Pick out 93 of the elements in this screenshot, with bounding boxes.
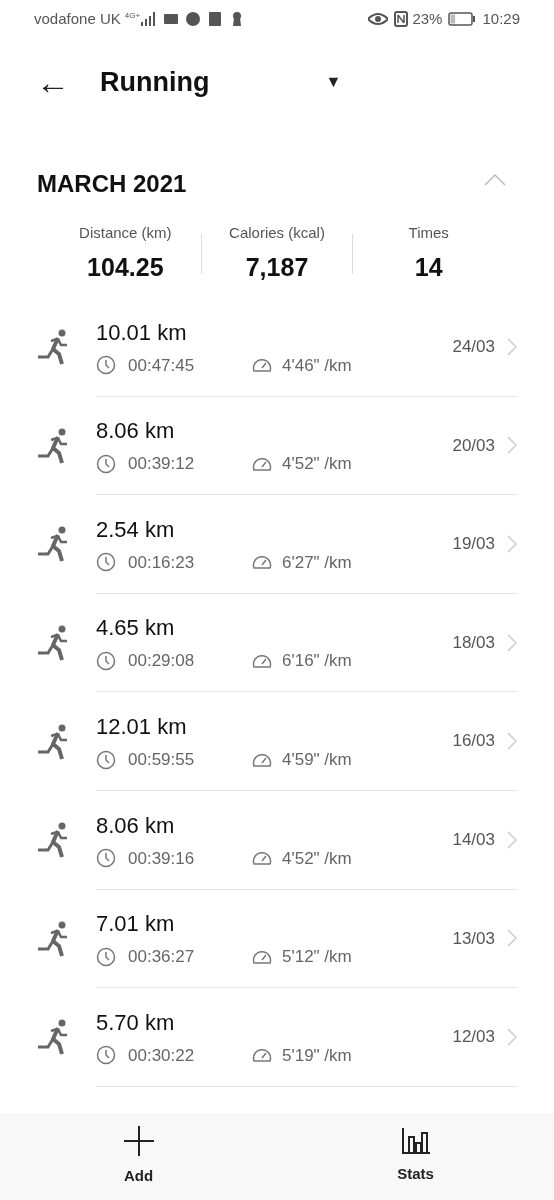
month-title: MARCH 2021 (37, 169, 187, 199)
clock-icon (96, 552, 116, 573)
speedometer-icon (252, 356, 272, 375)
distance-text: 2.54 km (96, 515, 176, 544)
duration-text: 00:29:08 (128, 650, 196, 673)
date-text: 16/03 (452, 730, 495, 753)
speedometer-icon (252, 553, 272, 572)
date-text: 19/03 (452, 533, 495, 556)
page-title: Running (100, 65, 210, 99)
chevron-right-icon (507, 535, 517, 553)
pace-text: 6'16" /km (282, 650, 352, 673)
stat-value: 7,187 (244, 251, 310, 283)
duration-text: 00:47:45 (128, 354, 196, 377)
clock-icon (96, 946, 116, 967)
workout-row[interactable]: 8.06 km 00:39:12 4'52" /km 20/03 (0, 396, 554, 496)
clock-icon (96, 355, 116, 376)
duration-text: 00:16:23 (128, 551, 196, 574)
distance-text: 10.01 km (96, 318, 188, 347)
collapse-chevron-icon[interactable] (484, 174, 506, 186)
duration-text: 00:39:16 (128, 847, 196, 870)
runner-icon (38, 329, 70, 366)
workout-row[interactable]: 7.01 km 00:36:27 5'12" /km 13/03 (0, 889, 554, 989)
speedometer-icon (252, 652, 272, 671)
runner-icon (38, 625, 70, 662)
stat-label: Times (407, 223, 450, 243)
date-text: 13/03 (452, 927, 495, 950)
distance-text: 7.01 km (96, 910, 176, 939)
chevron-right-icon (507, 830, 517, 849)
clock-icon (96, 749, 116, 770)
pace-text: 6'27" /km (282, 551, 352, 574)
duration-text: 00:59:55 (128, 748, 196, 771)
chevron-right-icon (507, 436, 517, 455)
stat-value: 14 (413, 251, 444, 283)
distance-text: 8.06 km (96, 417, 176, 446)
add-button[interactable]: Add (0, 1113, 277, 1200)
speedometer-icon (252, 1046, 272, 1065)
date-text: 12/03 (452, 1026, 495, 1049)
runner-icon (38, 1019, 70, 1056)
chevron-right-icon (507, 732, 517, 751)
chevron-right-icon (507, 1027, 517, 1046)
signal-icon (140, 12, 157, 26)
stat-value: 104.25 (86, 251, 165, 283)
duration-text: 00:30:22 (128, 1044, 196, 1067)
runner-icon (38, 723, 70, 760)
stat-label: Calories (kcal) (228, 223, 326, 243)
circle-icon (186, 12, 201, 26)
workout-row[interactable]: 5.70 km 00:30:22 5'19" /km 12/03 (0, 988, 554, 1087)
chevron-right-icon (507, 633, 517, 652)
date-text: 18/03 (452, 631, 495, 654)
bar-chart-icon (400, 1127, 431, 1156)
network-type: 4G+ (124, 10, 141, 22)
pace-text: 4'59" /km (282, 748, 352, 771)
workout-row[interactable]: 8.06 km 00:39:16 4'52" /km 14/03 (0, 790, 554, 890)
carrier-name: vodafone UK (34, 8, 121, 29)
distance-text: 8.06 km (96, 811, 176, 840)
workout-row[interactable]: 4.65 km 00:29:08 6'16" /km 18/03 (0, 593, 554, 693)
dropdown-button[interactable]: ▼ (321, 70, 346, 94)
workout-row[interactable]: 2.54 km 00:16:23 6'27" /km 19/03 (0, 495, 554, 594)
back-button[interactable]: ← (36, 65, 70, 99)
battery-icon (448, 12, 477, 26)
nfc-icon (394, 11, 409, 27)
distance-text: 5.70 km (96, 1008, 176, 1037)
workout-row[interactable]: 12.01 km 00:59:55 4'59" /km 16/03 (0, 692, 554, 791)
clock-icon (96, 651, 116, 672)
clock-time: 10:29 (482, 8, 520, 29)
runner-icon (38, 822, 70, 859)
battery-percent: 23% (412, 8, 443, 29)
speedometer-icon (252, 849, 272, 868)
duration-text: 00:39:12 (128, 453, 196, 476)
chevron-right-icon (507, 929, 517, 948)
date-text: 24/03 (452, 336, 495, 359)
clock-icon (96, 453, 116, 474)
clock-icon (96, 1045, 116, 1066)
pace-text: 4'46" /km (282, 354, 352, 377)
stats-button[interactable]: Stats (277, 1113, 554, 1200)
pace-text: 4'52" /km (282, 453, 352, 476)
pace-text: 5'19" /km (282, 1044, 352, 1067)
duration-text: 00:36:27 (128, 946, 196, 969)
pace-text: 5'12" /km (282, 946, 352, 969)
workout-row[interactable]: 10.01 km 00:47:45 4'46" /km 24/03 (0, 298, 554, 397)
runner-icon (38, 427, 70, 464)
eye-icon (368, 12, 389, 26)
plus-icon (122, 1125, 155, 1158)
date-text: 14/03 (452, 829, 495, 851)
chevron-right-icon (507, 337, 517, 356)
date-text: 20/03 (452, 434, 495, 457)
runner-icon (38, 526, 70, 563)
distance-text: 4.65 km (96, 614, 176, 643)
pace-text: 4'52" /km (282, 847, 352, 870)
clock-icon (96, 848, 116, 869)
stat-label: Distance (km) (78, 223, 173, 243)
distance-text: 12.01 km (96, 712, 188, 741)
runner-icon (38, 920, 70, 957)
